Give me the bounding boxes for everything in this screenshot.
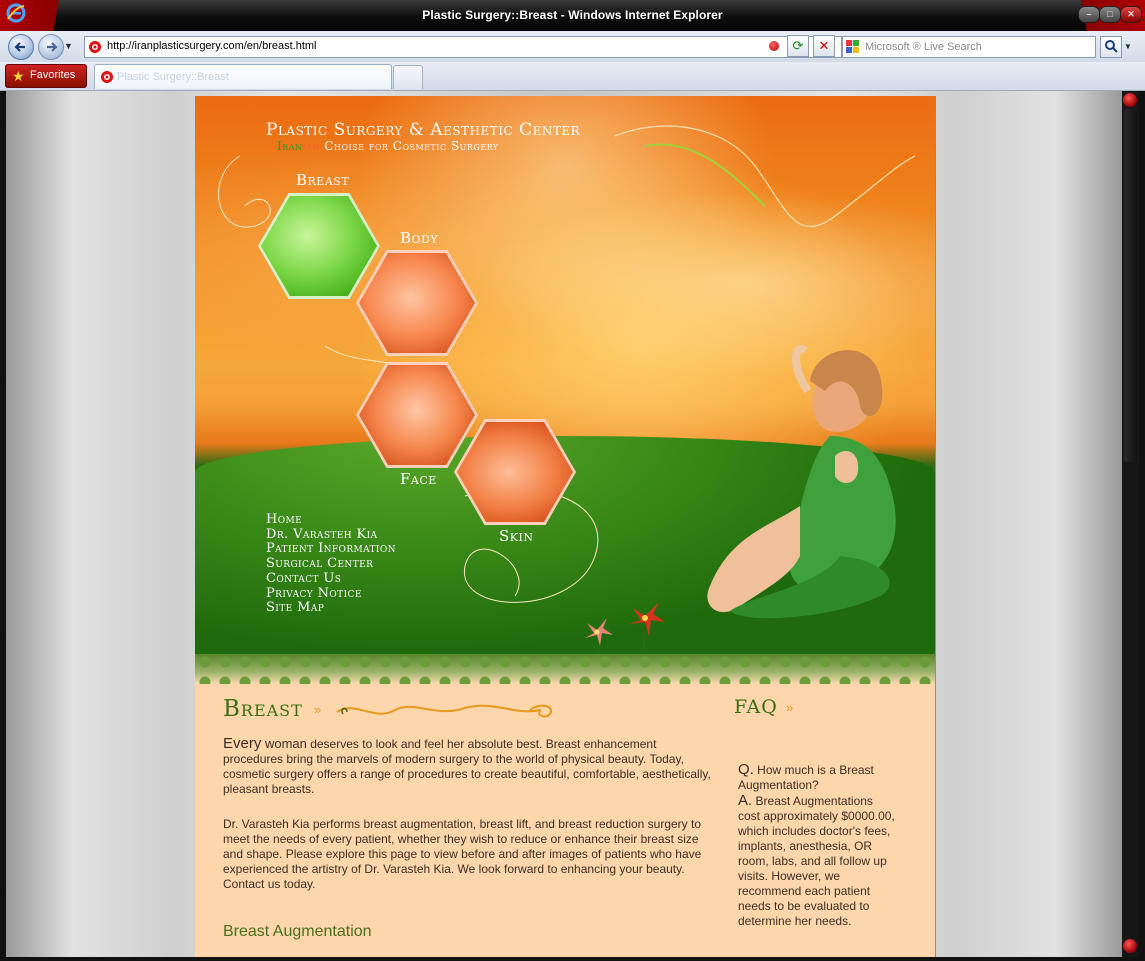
page-viewport: Plastic Surgery & Aesthetic Center Irani… [6,91,1122,957]
favorites-toolbar: ★ Favorites Plastic Surgery::Breast [0,62,1145,91]
nav-surgical-center[interactable]: Surgical Center [266,556,396,572]
address-url: http://iranplasticsurgery.com/en/breast.… [107,40,317,52]
scroll-up-icon[interactable] [1123,93,1137,107]
maximize-button[interactable]: □ [1099,6,1121,23]
vertical-scrollbar[interactable] [1122,91,1139,957]
faq-answer: Breast Augmentations cost approximately … [738,794,895,928]
nav-home[interactable]: Home [266,512,396,528]
faq-title: FAQ [734,696,778,718]
maximize-icon: □ [1107,9,1113,19]
search-field[interactable]: Microsoft ® Live Search [842,36,1096,58]
page-status-icon [769,41,779,51]
site-subtitle: Iranian Choise for Cosmetic Surgery [277,139,499,153]
scroll-down-icon[interactable] [1123,939,1137,953]
search-button[interactable] [1100,36,1122,58]
ornament-swirl-icon [336,704,552,718]
hex-label-skin: Skin [499,527,534,545]
model-image [707,344,896,619]
refresh-button[interactable]: ⟳ [787,35,809,57]
faq-a-mark: A. [738,792,753,809]
address-toolbar: ▼ http://iranplasticsurgery.com/en/breas… [0,31,1145,63]
back-button[interactable] [8,34,34,60]
page-border-right [935,96,936,957]
tab-active[interactable]: Plastic Surgery::Breast [94,64,392,89]
subtitle-rest: Choise for Cosmetic Surgery [319,139,499,153]
favorites-label: Favorites [30,69,76,81]
site-favicon-icon [89,41,101,53]
address-field[interactable]: http://iranplasticsurgery.com/en/breast.… [84,36,842,58]
lace-divider [195,654,935,684]
search-placeholder: Microsoft ® Live Search [865,41,982,53]
hex-label-face: Face [400,470,437,488]
forward-arrow-icon [47,42,58,52]
history-dropdown-icon[interactable]: ▼ [64,41,73,51]
body-paragraph: Dr. Varasteh Kia performs breast augment… [223,817,702,891]
stop-icon: ✕ [818,38,830,53]
intro-paragraph: Every woman deserves to look and feel he… [223,736,713,797]
nav-privacy-notice[interactable]: Privacy Notice [266,586,396,602]
minimize-button[interactable]: – [1078,6,1100,23]
back-arrow-icon [14,42,25,52]
intro-lead: Every [223,735,262,752]
web-page: Plastic Surgery & Aesthetic Center Irani… [195,96,936,957]
scrollbar-thumb[interactable] [1124,109,1137,462]
section-title: Breast [223,696,303,722]
close-button[interactable]: ✕ [1120,6,1142,23]
hex-image-skin [457,422,573,522]
nav-contact-us[interactable]: Contact Us [266,571,396,587]
favorites-button[interactable]: ★ Favorites [5,64,87,88]
faq-q-mark: Q. [738,761,754,778]
nav-patient-information[interactable]: Patient Information [266,542,396,557]
hero-banner: Plastic Surgery & Aesthetic Center Irani… [195,96,935,656]
window-border-right [1139,91,1145,961]
close-icon: ✕ [1127,9,1135,19]
nav-site-map[interactable]: Site Map [266,601,396,616]
refresh-icon: ⟳ [792,38,804,53]
tab-favicon-icon [101,71,113,83]
faq-item: Q. How much is a Breast Augmentation? A.… [738,762,898,929]
faq-arrow-icon: » [786,700,794,715]
stop-button[interactable]: ✕ [813,35,835,57]
star-icon: ★ [12,68,25,84]
faq-question: How much is a Breast Augmentation? [738,763,874,792]
forward-button[interactable] [38,34,64,60]
subtitle-ian: ian [302,139,320,153]
hex-image-face [359,365,475,465]
flowers-image [585,602,665,656]
site-title: Plastic Surgery & Aesthetic Center [266,120,581,140]
hex-image-body [359,253,475,353]
section-arrow-icon: » [314,702,322,717]
main-navigation: Home Dr. Varasteh Kia Patient Informatio… [266,512,396,616]
subtitle-iran: Iran [277,139,303,153]
tab-title: Plastic Surgery::Breast [117,71,229,83]
nav-dr-varasteh-kia[interactable]: Dr. Varasteh Kia [266,527,396,543]
search-options-icon[interactable]: ▼ [1124,42,1132,51]
search-icon [1105,40,1118,53]
window-titlebar: Plastic Surgery::Breast - Windows Intern… [0,0,1145,31]
window-title: Plastic Surgery::Breast - Windows Intern… [422,8,723,22]
minimize-icon: – [1086,9,1092,19]
windows-logo-icon [846,40,859,53]
subheading-breast-augmentation[interactable]: Breast Augmentation [223,923,372,941]
hex-label-body: Body [400,229,439,247]
new-tab-button[interactable] [393,65,423,89]
hex-label-breast: Breast [296,171,350,189]
intro-lead-word: woman [261,736,307,751]
window-border-bottom [0,957,1145,961]
hex-image-breast [261,196,377,296]
